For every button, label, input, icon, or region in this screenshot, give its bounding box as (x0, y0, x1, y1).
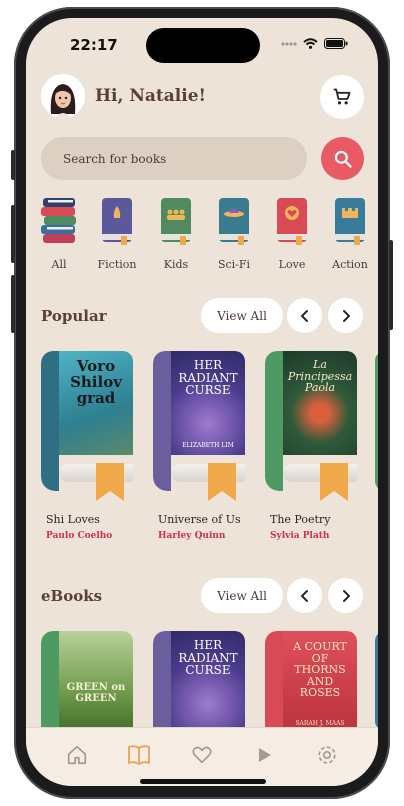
chevron-right-icon (342, 309, 350, 322)
rocket-book-icon (102, 198, 132, 245)
ebooks-next-button[interactable] (328, 578, 363, 613)
cover-title: HER RADIANT CURSE (178, 358, 238, 398)
cover-author: ELIZABETH LIM (182, 442, 234, 449)
chevron-left-icon (300, 309, 308, 322)
category-label: Kids (163, 258, 189, 271)
wifi-icon (303, 38, 318, 49)
search-input[interactable]: Search for books (41, 137, 307, 180)
greeting-text: Hi, Natalie! (95, 86, 206, 106)
home-indicator (140, 779, 266, 784)
popular-view-all-button[interactable]: View All (201, 298, 283, 333)
tab-audio[interactable] (251, 742, 277, 768)
popular-section-title: Popular (41, 307, 107, 325)
kids-book-icon (161, 198, 191, 245)
category-all[interactable]: All (34, 196, 84, 271)
cover-title: A COURT OF THORNS AND ROSES (293, 640, 347, 700)
mute-switch (11, 150, 15, 180)
memoji-avatar (50, 84, 76, 118)
books-stack-icon (41, 198, 76, 243)
avatar[interactable] (41, 74, 85, 118)
cover-title: La Principessa Paola (287, 358, 353, 395)
category-label: Sci-Fi (217, 258, 251, 271)
ebooks-view-all-button[interactable]: View All (201, 578, 283, 613)
battery-icon (324, 38, 348, 49)
book-open-icon (128, 745, 150, 765)
ufo-book-icon (219, 198, 249, 245)
play-icon (259, 748, 271, 762)
category-action[interactable]: Action (325, 196, 375, 271)
category-label: All (51, 258, 67, 271)
book-card[interactable]: HER RADIANT CURSE ELIZABETH LIM Universe… (153, 351, 245, 551)
tab-library[interactable] (126, 742, 152, 768)
category-fiction[interactable]: Fiction (92, 196, 142, 271)
category-list: All Fiction Kids Sci-Fi Love Action (26, 196, 378, 276)
volume-up-button (11, 205, 15, 263)
home-icon (67, 745, 87, 765)
chevron-left-icon (300, 589, 308, 602)
cart-icon (333, 88, 351, 105)
cart-button[interactable] (320, 75, 364, 119)
castle-book-icon (335, 198, 365, 245)
ebooks-section-title: eBooks (41, 587, 103, 605)
book-title: Shi Loves (46, 513, 100, 526)
heart-icon (192, 746, 212, 764)
dynamic-island (146, 28, 260, 63)
category-label: Action (332, 258, 368, 271)
cover-title: HER RADIANT CURSE (178, 638, 238, 678)
status-time: 22:17 (70, 36, 118, 54)
category-scifi[interactable]: Sci-Fi (209, 196, 259, 271)
status-icons (281, 38, 348, 49)
tab-settings[interactable] (314, 742, 340, 768)
tab-favorites[interactable] (189, 742, 215, 768)
app-screen: 22:17 Hi, Natalie! Search for books All … (26, 18, 378, 786)
power-button (389, 240, 393, 330)
book-card[interactable]: La Principessa Paola The Poetry Sylvia P… (265, 351, 357, 551)
category-label: Fiction (97, 258, 137, 271)
book-author: Paulo Coelho (46, 531, 113, 541)
category-kids[interactable]: Kids (151, 196, 201, 271)
ebooks-prev-button[interactable] (287, 578, 322, 613)
search-button[interactable] (321, 137, 364, 180)
bookmark-ribbon (96, 463, 124, 501)
bookmark-ribbon (320, 463, 348, 501)
search-icon (334, 150, 352, 168)
book-author: Sylvia Plath (270, 531, 330, 541)
book-card[interactable]: Voro Shilov grad Shi Loves Paulo Coelho (41, 351, 133, 551)
search-placeholder: Search for books (63, 151, 167, 166)
next-ebook-peek (375, 631, 378, 731)
chevron-right-icon (342, 589, 350, 602)
tab-home[interactable] (64, 742, 90, 768)
bottom-tab-bar (26, 727, 378, 786)
popular-next-button[interactable] (328, 298, 363, 333)
popular-prev-button[interactable] (287, 298, 322, 333)
category-label: Love (278, 258, 306, 271)
cover-title: GREEN on GREEN (66, 682, 126, 704)
cover-title: Voro Shilov grad (70, 357, 122, 407)
settings-icon (318, 746, 336, 764)
book-author: Harley Quinn (158, 531, 226, 541)
bookmark-ribbon (208, 463, 236, 501)
book-title: Universe of Us (158, 513, 241, 526)
heart-book-icon (277, 198, 307, 245)
signal-icon (281, 41, 297, 46)
category-love[interactable]: Love (267, 196, 317, 271)
volume-down-button (11, 275, 15, 333)
book-title: The Poetry (270, 513, 331, 526)
next-book-peek (375, 351, 378, 491)
